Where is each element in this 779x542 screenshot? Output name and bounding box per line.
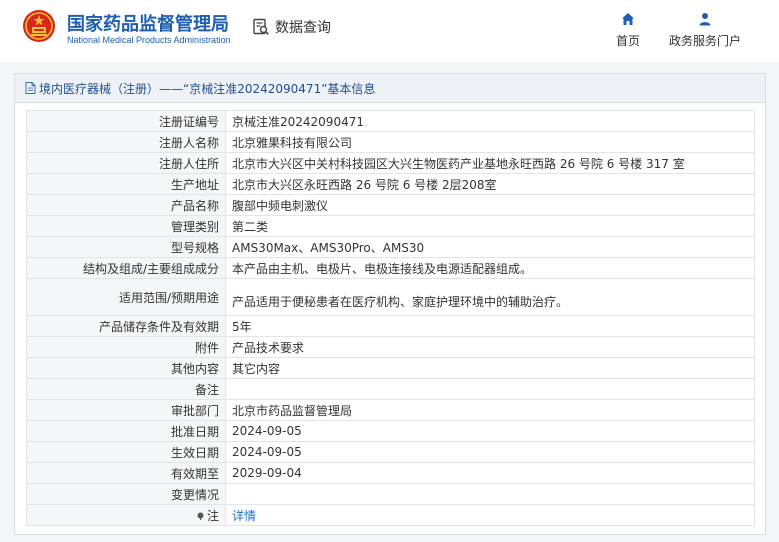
national-emblem-icon bbox=[23, 10, 55, 42]
note-label: 注 bbox=[206, 508, 219, 523]
table-row: 附件 产品技术要求 bbox=[26, 336, 755, 358]
row-value: AMS30Max、AMS30Pro、AMS30 bbox=[225, 236, 755, 258]
row-label: 注册人名称 bbox=[26, 131, 226, 153]
site-title: 国家药品监督管理局 bbox=[67, 14, 229, 35]
row-label: 生效日期 bbox=[26, 441, 226, 463]
row-label: 审批部门 bbox=[26, 399, 226, 421]
row-label-note: 注 bbox=[26, 504, 226, 526]
note-bullet-icon bbox=[197, 512, 204, 520]
panel-header: 境内医疗器械（注册）——“京械注准20242090471”基本信息 bbox=[15, 74, 765, 103]
table-row: 审批部门 北京市药品监督管理局 bbox=[26, 399, 755, 421]
row-value: 产品适用于便秘患者在医疗机构、家庭护理环境中的辅助治疗。 bbox=[225, 278, 755, 316]
table-row: 结构及组成/主要组成成分 本产品由主机、电极片、电极连接线及电源适配器组成。 bbox=[26, 257, 755, 279]
row-label: 产品储存条件及有效期 bbox=[26, 315, 226, 337]
row-value bbox=[225, 483, 755, 505]
table-row: 注册人住所 北京市大兴区中关村科技园区大兴生物医药产业基地永旺西路 26 号院 … bbox=[26, 152, 755, 174]
site-header: 国家药品监督管理局 National Medical Products Admi… bbox=[0, 0, 779, 62]
table-row: 产品储存条件及有效期 5年 bbox=[26, 315, 755, 337]
row-label: 注册证编号 bbox=[26, 110, 226, 132]
row-value: 第二类 bbox=[225, 215, 755, 237]
table-row: 有效期至 2029-09-04 bbox=[26, 462, 755, 484]
table-row: 其他内容 其它内容 bbox=[26, 357, 755, 379]
detail-panel: 境内医疗器械（注册）——“京械注准20242090471”基本信息 注册证编号 … bbox=[14, 73, 766, 535]
row-value: 北京雅果科技有限公司 bbox=[225, 131, 755, 153]
row-value: 2024-09-05 bbox=[225, 441, 755, 463]
document-icon bbox=[25, 82, 36, 94]
row-value: 2024-09-05 bbox=[225, 420, 755, 442]
row-label: 管理类别 bbox=[26, 215, 226, 237]
nav-service-portal[interactable]: 政务服务门户 bbox=[665, 12, 745, 49]
row-value bbox=[225, 378, 755, 400]
table-row: 注 详情 bbox=[26, 504, 755, 526]
table-row: 型号规格 AMS30Max、AMS30Pro、AMS30 bbox=[26, 236, 755, 258]
table-row: 注册人名称 北京雅果科技有限公司 bbox=[26, 131, 755, 153]
row-value: 2029-09-04 bbox=[225, 462, 755, 484]
data-query-link[interactable]: 数据查询 bbox=[252, 16, 331, 38]
registration-info-table: 注册证编号 京械注准20242090471 注册人名称 北京雅果科技有限公司 注… bbox=[26, 110, 755, 526]
nav-service-label: 政务服务门户 bbox=[668, 34, 741, 48]
row-label: 附件 bbox=[26, 336, 226, 358]
row-value: 北京市大兴区永旺西路 26 号院 6 号楼 2层208室 bbox=[225, 173, 755, 195]
row-label: 结构及组成/主要组成成分 bbox=[26, 257, 226, 279]
row-value: 5年 bbox=[225, 315, 755, 337]
row-label: 适用范围/预期用途 bbox=[26, 278, 226, 316]
row-label: 有效期至 bbox=[26, 462, 226, 484]
row-label: 备注 bbox=[26, 378, 226, 400]
site-subtitle: National Medical Products Administration bbox=[67, 35, 231, 45]
nav-home-label: 首页 bbox=[615, 34, 640, 48]
panel-title: 境内医疗器械（注册）——“京械注准20242090471”基本信息 bbox=[39, 81, 376, 96]
row-value: 详情 bbox=[225, 504, 755, 526]
row-label: 批准日期 bbox=[26, 420, 226, 442]
table-row: 产品名称 腹部中频电刺激仪 bbox=[26, 194, 755, 216]
nav-home[interactable]: 首页 bbox=[610, 12, 646, 49]
table-row: 变更情况 bbox=[26, 483, 755, 505]
table-row: 适用范围/预期用途 产品适用于便秘患者在医疗机构、家庭护理环境中的辅助治疗。 bbox=[26, 278, 755, 316]
row-label: 变更情况 bbox=[26, 483, 226, 505]
table-row: 备注 bbox=[26, 378, 755, 400]
row-value: 京械注准20242090471 bbox=[225, 110, 755, 132]
detail-link[interactable]: 详情 bbox=[232, 509, 256, 523]
row-value: 产品技术要求 bbox=[225, 336, 755, 358]
table-row: 生产地址 北京市大兴区永旺西路 26 号院 6 号楼 2层208室 bbox=[26, 173, 755, 195]
row-label: 型号规格 bbox=[26, 236, 226, 258]
home-icon bbox=[622, 13, 634, 25]
row-label: 生产地址 bbox=[26, 173, 226, 195]
row-value: 其它内容 bbox=[225, 357, 755, 379]
user-icon bbox=[699, 13, 711, 26]
row-value: 本产品由主机、电极片、电极连接线及电源适配器组成。 bbox=[225, 257, 755, 279]
row-value: 腹部中频电刺激仪 bbox=[225, 194, 755, 216]
data-query-icon bbox=[253, 18, 269, 35]
row-label: 产品名称 bbox=[26, 194, 226, 216]
row-value: 北京市大兴区中关村科技园区大兴生物医药产业基地永旺西路 26 号院 6 号楼 3… bbox=[225, 152, 755, 174]
row-label: 其他内容 bbox=[26, 357, 226, 379]
row-value: 北京市药品监督管理局 bbox=[225, 399, 755, 421]
table-row: 管理类别 第二类 bbox=[26, 215, 755, 237]
table-row: 生效日期 2024-09-05 bbox=[26, 441, 755, 463]
table-row: 批准日期 2024-09-05 bbox=[26, 420, 755, 442]
data-query-label: 数据查询 bbox=[275, 20, 331, 36]
table-row: 注册证编号 京械注准20242090471 bbox=[26, 110, 755, 132]
row-label: 注册人住所 bbox=[26, 152, 226, 174]
